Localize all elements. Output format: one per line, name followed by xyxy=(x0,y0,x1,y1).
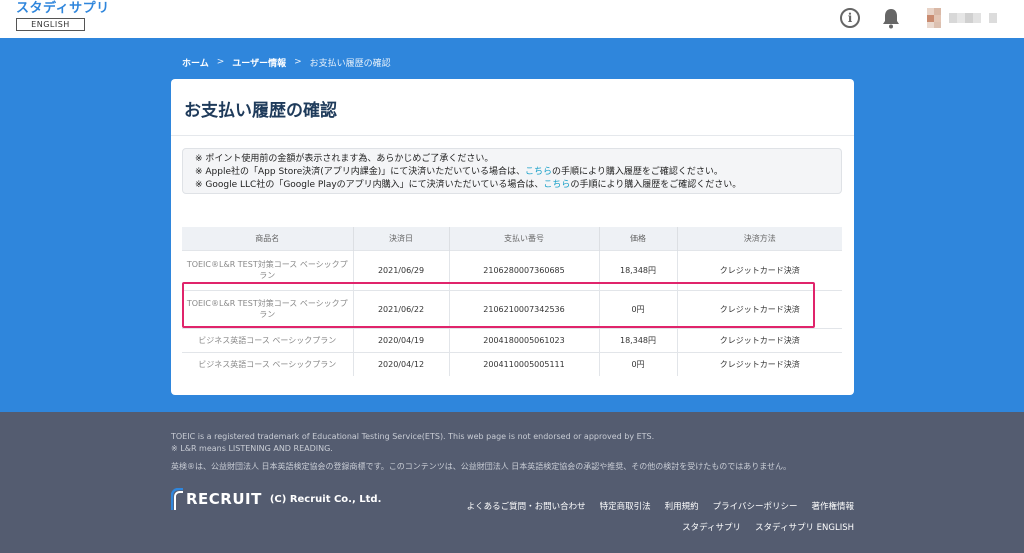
recruit-brand: RECRUIT (C) Recruit Co., Ltd. xyxy=(171,488,381,510)
footer-link-studysapuri-english[interactable]: スタディサプリ ENGLISH xyxy=(755,521,854,533)
cell-number: 2106210007342536 xyxy=(449,289,600,328)
footer-link-faq[interactable]: よくあるご質問・お問い合わせ xyxy=(467,500,586,512)
table-row: ビジネス英語コース ベーシックプラン 2020/04/12 2004110005… xyxy=(182,351,842,376)
cell-product: ビジネス英語コース ベーシックプラン xyxy=(182,351,354,376)
cell-product: TOEIC®L&R TEST対策コース ベーシックプラン xyxy=(182,289,354,328)
page-title: お支払い履歴の確認 xyxy=(184,101,337,121)
footer-links-row-1: よくあるご質問・お問い合わせ 特定商取引法 利用規約 プライバシーポリシー 著作… xyxy=(467,500,854,512)
breadcrumb-current: お支払い履歴の確認 xyxy=(309,58,391,69)
cell-number: 2106280007360685 xyxy=(449,249,600,290)
info-icon[interactable]: i xyxy=(840,8,860,28)
logo-text: スタディサプリ xyxy=(16,1,110,16)
logo-sub-badge: ENGLISH xyxy=(16,18,85,31)
bell-icon[interactable] xyxy=(881,7,901,29)
title-divider xyxy=(171,135,854,136)
footer-links-row-2: スタディサプリ スタディサプリ ENGLISH xyxy=(682,521,854,533)
cell-price: 0円 xyxy=(599,289,678,328)
breadcrumb: ホーム > ユーザー情報 > お支払い履歴の確認 xyxy=(182,55,391,69)
notice-line-2: ※ Apple社の「App Store決済(アプリ内課金)」にて決済いただいてい… xyxy=(195,167,723,177)
cell-date: 2020/04/19 xyxy=(353,327,450,352)
cell-price: 18,348円 xyxy=(599,327,678,352)
recruit-wordmark: RECRUIT xyxy=(186,490,262,508)
cell-date: 2020/04/12 xyxy=(353,351,450,376)
cell-method: クレジットカード決済 xyxy=(677,249,842,290)
footer-link-privacy[interactable]: プライバシーポリシー xyxy=(713,500,798,512)
cell-price: 0円 xyxy=(599,351,678,376)
cell-date: 2021/06/22 xyxy=(353,289,450,328)
breadcrumb-user-info[interactable]: ユーザー情報 xyxy=(232,56,286,69)
cell-number: 2004110005005111 xyxy=(449,351,600,376)
column-header-date: 決済日 xyxy=(353,227,450,250)
footer-link-studysapuri[interactable]: スタディサプリ xyxy=(682,521,741,533)
column-header-product: 商品名 xyxy=(182,227,354,250)
notice-line-3: ※ Google LLC社の「Google Playのアプリ内購入」にて決済いた… xyxy=(195,180,742,190)
cell-number: 2004180005061023 xyxy=(449,327,600,352)
footer-trademark-eiken: 英検®は、公益財団法人 日本英語検定協会の登録商標です。このコンテンツは、公益財… xyxy=(171,462,792,471)
cell-product: TOEIC®L&R TEST対策コース ベーシックプラン xyxy=(182,249,354,290)
table-header-row: 商品名 決済日 支払い番号 価格 決済方法 xyxy=(182,227,842,250)
breadcrumb-separator-icon: > xyxy=(216,57,225,67)
footer-trademark-toeic: TOEIC is a registered trademark of Educa… xyxy=(171,432,655,441)
user-menu-avatar[interactable] xyxy=(927,8,997,28)
notice-box: ※ ポイント使用前の金額が表示されます為、あらかじめご了承ください。 ※ App… xyxy=(182,148,842,194)
top-header: スタディサプリ ENGLISH i xyxy=(0,0,1024,38)
breadcrumb-home[interactable]: ホーム xyxy=(182,56,209,69)
footer-link-terms[interactable]: 利用規約 xyxy=(665,500,699,512)
column-header-price: 価格 xyxy=(599,227,678,250)
cell-method: クレジットカード決済 xyxy=(677,327,842,352)
table-row: TOEIC®L&R TEST対策コース ベーシックプラン 2021/06/29 … xyxy=(182,249,842,290)
apple-guide-link[interactable]: こちら xyxy=(525,167,552,177)
footer-trademark-lr: ※ L&R means LISTENING AND READING. xyxy=(171,444,333,453)
cell-method: クレジットカード決済 xyxy=(677,289,842,328)
app-logo[interactable]: スタディサプリ ENGLISH xyxy=(16,1,110,31)
table-row: ビジネス英語コース ベーシックプラン 2020/04/19 2004180005… xyxy=(182,327,842,352)
google-guide-link[interactable]: こちら xyxy=(543,180,570,190)
footer-link-commerce-law[interactable]: 特定商取引法 xyxy=(600,500,651,512)
table-row: TOEIC®L&R TEST対策コース ベーシックプラン 2021/06/22 … xyxy=(182,289,842,328)
cell-product: ビジネス英語コース ベーシックプラン xyxy=(182,327,354,352)
recruit-logo-icon xyxy=(171,488,183,510)
notice-line-1: ※ ポイント使用前の金額が表示されます為、あらかじめご了承ください。 xyxy=(195,154,494,164)
breadcrumb-separator-icon: > xyxy=(294,57,302,67)
footer-link-copyright[interactable]: 著作権情報 xyxy=(811,500,854,512)
footer-copyright: (C) Recruit Co., Ltd. xyxy=(269,493,382,505)
payment-history-table: 商品名 決済日 支払い番号 価格 決済方法 TOEIC®L&R TEST対策コー… xyxy=(182,227,842,376)
cell-price: 18,348円 xyxy=(599,249,678,290)
column-header-method: 決済方法 xyxy=(677,227,842,250)
cell-method: クレジットカード決済 xyxy=(677,351,842,376)
cell-date: 2021/06/29 xyxy=(353,249,450,290)
column-header-number: 支払い番号 xyxy=(449,227,600,250)
